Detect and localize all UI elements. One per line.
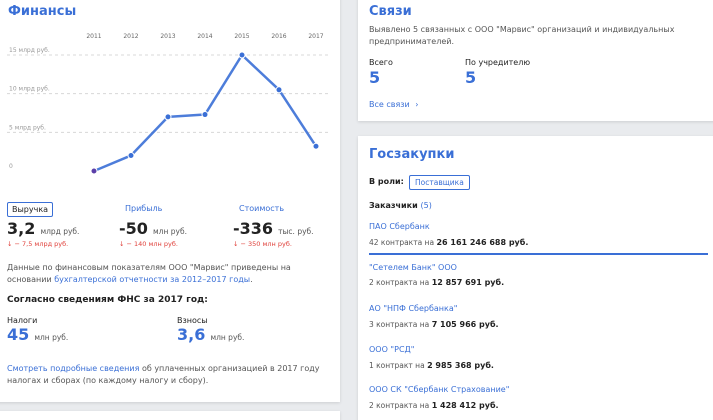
y-tick-label: 0: [9, 163, 13, 170]
connections-desc-2: предпринимателей.: [369, 37, 454, 46]
x-tick-label: 2012: [123, 33, 138, 40]
data-point: [90, 167, 98, 175]
chevron-right-icon: ›: [415, 100, 419, 109]
customer-name-4[interactable]: ООО СК "Сбербанк Страхование": [369, 385, 509, 394]
fees-value: 3,6: [177, 325, 206, 344]
customer-detail-text-0: 42 контракта на: [369, 238, 435, 247]
customers-label: Заказчики: [369, 201, 418, 210]
connections-desc-1: Выявлено 5 связанных с ООО "Марвис" орга…: [369, 25, 675, 34]
customer-detail-text-1: 2 контракта на: [369, 278, 430, 287]
data-point: [238, 51, 246, 59]
fees-unit: млн руб.: [210, 333, 245, 342]
customer-name-1[interactable]: "Сетелем Банк" ООО: [369, 263, 457, 272]
x-tick-label: 2014: [197, 33, 212, 40]
customer-detail-text-2: 3 контракта на: [369, 320, 430, 329]
procurement-card: Госзакупки В роли: Поставщика Заказчики …: [358, 136, 713, 420]
metric-value-unit: тыс. руб.: [278, 227, 314, 236]
metric-value-value: -336: [233, 219, 274, 238]
data-point: [312, 142, 320, 150]
supplier-role-button[interactable]: Поставщика: [409, 175, 470, 190]
customer-amount-3: 2 985 368 руб.: [427, 361, 494, 370]
role-label: В роли:: [369, 177, 404, 186]
y-tick-label: 15 млрд руб.: [9, 47, 50, 54]
metric-revenue-value: 3,2: [7, 219, 36, 238]
detailed-info-link[interactable]: Смотреть подробные сведения: [7, 364, 139, 373]
customer-amount-1: 12 857 691 руб.: [431, 278, 505, 287]
bottom-text-1: об уплаченных организацией в 2017 году: [141, 364, 320, 373]
customer-detail-text-4: 2 контракта на: [369, 401, 430, 410]
taxes-unit: млн руб.: [34, 333, 69, 342]
bottom-line-1: Смотреть подробные сведения об уплаченны…: [7, 364, 320, 373]
bottom-text-2: налогах и сборах (по каждому налогу и сб…: [7, 376, 209, 385]
finance-note: Данные по финансовым показателям ООО "Ма…: [7, 262, 332, 286]
customer-detail-4: 2 контракта на 1 428 412 руб.: [369, 401, 499, 410]
x-tick-label: 2013: [160, 33, 175, 40]
fees-label: Взносы: [177, 316, 208, 325]
x-tick-label: 2017: [308, 33, 323, 40]
x-tick-label: 2016: [271, 33, 286, 40]
taxes-label: Налоги: [7, 316, 38, 325]
finance-note-suffix: .: [250, 275, 253, 284]
revenue-chart: 15 млрд руб. 10 млрд руб. 5 млрд руб. 0 2011…: [7, 33, 330, 175]
customer-detail-1: 2 контракта на 12 857 691 руб.: [369, 278, 504, 287]
metric-revenue-change: ↓ − 7,5 млрд руб.: [7, 240, 69, 248]
metric-profit-value: -50: [119, 219, 148, 238]
y-tick-label: 5 млрд руб.: [9, 124, 46, 131]
next-card: [0, 411, 340, 420]
customer-name-0[interactable]: ПАО Сбербанк: [369, 222, 430, 231]
connections-card: Связи Выявлено 5 связанных с ООО "Марвис…: [358, 0, 713, 121]
customer-amount-4: 1 428 412 руб.: [431, 401, 499, 410]
finance-card: Финансы 15 млрд руб. 10 млрд руб. 5 млрд р…: [0, 0, 340, 402]
connections-title: Связи: [369, 4, 412, 19]
data-point: [201, 111, 209, 119]
data-point: [164, 113, 172, 121]
data-point: [127, 152, 135, 160]
finance-report-link[interactable]: бухгалтерской отчетности за 2012–2017 го…: [54, 275, 250, 284]
founder-value[interactable]: 5: [465, 68, 476, 87]
all-connections-label: Все связи: [369, 100, 410, 109]
fns-title: Согласно сведениям ФНС за 2017 год:: [7, 295, 208, 305]
tab-profit[interactable]: Прибыль: [125, 204, 162, 213]
metric-revenue-unit: млрд руб.: [40, 227, 80, 236]
total-value[interactable]: 5: [369, 68, 380, 87]
metric-revenue: 3,2 млрд руб.: [7, 219, 79, 238]
x-tick-label: 2011: [86, 33, 101, 40]
customer-detail-2: 3 контракта на 7 105 966 руб.: [369, 320, 499, 329]
customer-detail-3: 1 контракт на 2 985 368 руб.: [369, 361, 494, 370]
customer-amount-0: 26 161 246 688 руб.: [436, 238, 529, 247]
y-tick-label: 10 млрд руб.: [9, 86, 50, 93]
metric-profit-change: ↓ − 140 млн руб.: [119, 240, 178, 248]
customer-detail-0: 42 контракта на 26 161 246 688 руб.: [369, 238, 528, 247]
metric-value-change: ↓ − 350 млн руб.: [233, 240, 292, 248]
customers-count: (5): [420, 201, 432, 210]
taxes: 45 млн руб.: [7, 325, 68, 344]
metric-value: -336 тыс. руб.: [233, 219, 314, 238]
procurement-title: Госзакупки: [369, 147, 455, 162]
x-tick-label: 2015: [234, 33, 249, 40]
metric-profit-unit: млн руб.: [153, 227, 187, 236]
metric-profit: -50 млн руб.: [119, 219, 187, 238]
tab-value[interactable]: Стоимость: [239, 204, 284, 213]
founder-label: По учредителю: [465, 58, 531, 67]
data-point: [275, 86, 283, 94]
total-label: Всего: [369, 58, 393, 67]
fees: 3,6 млн руб.: [177, 325, 244, 344]
tab-revenue[interactable]: Выручка: [7, 202, 54, 217]
customers-heading: Заказчики (5): [369, 201, 432, 210]
all-connections-link[interactable]: Все связи ›: [369, 100, 418, 109]
customer-name-3[interactable]: ООО "РСД": [369, 345, 414, 354]
customer-amount-2: 7 105 966 руб.: [431, 320, 499, 329]
customer-name-2[interactable]: АО "НПФ Сбербанка": [369, 304, 457, 313]
customer-share-bar: [369, 253, 708, 255]
customer-detail-text-3: 1 контракт на: [369, 361, 425, 370]
taxes-value: 45: [7, 325, 30, 344]
